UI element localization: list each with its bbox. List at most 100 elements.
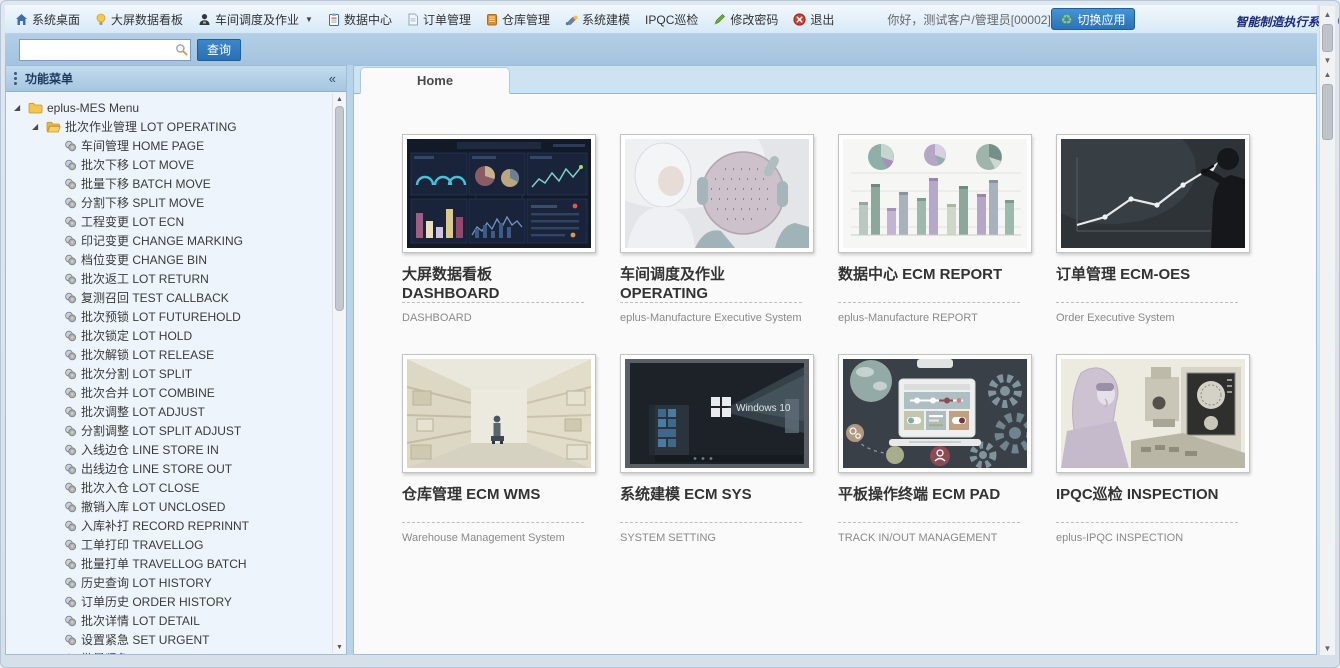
card-ipqc-inspection[interactable]: IPQC巡检 INSPECTION eplus-IPQC INSPECTION: [1056, 354, 1250, 544]
menu-change-password[interactable]: 修改密码: [713, 11, 778, 28]
tree-item[interactable]: 批次锁定 LOT HOLD: [6, 326, 332, 345]
program-item-icon: [64, 482, 77, 494]
menu-shop-operating[interactable]: 车间调度及作业 ▼: [198, 11, 313, 28]
card-pad-terminal[interactable]: 平板操作终端 ECM PAD TRACK IN/OUT MANAGEMENT: [838, 354, 1032, 544]
program-item-icon: [64, 615, 77, 627]
tree-root-node[interactable]: ◢ eplus-MES Menu: [6, 98, 332, 117]
card-subtitle: SYSTEM SETTING: [620, 523, 802, 544]
scroll-up-icon[interactable]: ▲: [1320, 10, 1335, 19]
program-item-icon: [64, 349, 77, 361]
tree-item[interactable]: 批次入仓 LOT CLOSE: [6, 478, 332, 497]
tree-item[interactable]: 档位变更 CHANGE BIN: [6, 250, 332, 269]
tree-item[interactable]: 批次详情 LOT DETAIL: [6, 611, 332, 630]
card-image-wafer-inspection-photo: [620, 134, 814, 253]
tree-item[interactable]: 设置紧急 SET URGENT: [6, 630, 332, 649]
collapse-panel-icon[interactable]: «: [329, 71, 338, 86]
scroll-up-icon[interactable]: ▲: [333, 96, 346, 103]
tree-item-label: 印记变更 CHANGE MARKING: [81, 232, 243, 249]
tree-item[interactable]: 分割下移 SPLIT MOVE: [6, 193, 332, 212]
open-folder-icon: [46, 121, 61, 133]
query-button[interactable]: 查询: [197, 39, 241, 61]
tree-item[interactable]: 复测召回 TEST CALLBACK: [6, 288, 332, 307]
switch-app-button[interactable]: ♻ 切换应用: [1051, 8, 1136, 30]
menu-data-center[interactable]: 数据中心: [328, 11, 392, 28]
scroll-thumb[interactable]: [1322, 24, 1333, 52]
tree-item[interactable]: 工单打印 TRAVELLOG: [6, 535, 332, 554]
card-title: 数据中心 ECM REPORT: [838, 253, 1020, 301]
tree-item-label: 历史查询 LOT HISTORY: [81, 574, 212, 591]
user-greeting: 你好，测试客户/管理员[00002]: [887, 11, 1050, 28]
svg-text:Windows 10: Windows 10: [736, 403, 791, 414]
tree-item[interactable]: 批量打单 TRAVELLOG BATCH: [6, 554, 332, 573]
program-item-icon: [64, 330, 77, 342]
scroll-down-icon[interactable]: ▼: [333, 644, 346, 651]
scroll-down-icon[interactable]: ▼: [1320, 644, 1335, 653]
switch-app-label: 切换应用: [1077, 11, 1125, 28]
tree-item[interactable]: 批次合并 LOT COMBINE: [6, 383, 332, 402]
tree-item-label: 工单打印 TRAVELLOG: [81, 536, 203, 553]
tree-item[interactable]: 批次预锁 LOT FUTUREHOLD: [6, 307, 332, 326]
tree-item[interactable]: 批次下移 LOT MOVE: [6, 155, 332, 174]
scroll-down-icon[interactable]: ▼: [1320, 56, 1335, 65]
menu-warehouse-mgmt[interactable]: 仓库管理: [486, 11, 550, 28]
tree-item[interactable]: 批量下移 BATCH MOVE: [6, 174, 332, 193]
logout-icon: [793, 13, 806, 26]
tree-item[interactable]: 分割调整 LOT SPLIT ADJUST: [6, 421, 332, 440]
tree-item[interactable]: 入线边仓 LINE STORE IN: [6, 440, 332, 459]
tree-item[interactable]: 工程变更 LOT ECN: [6, 212, 332, 231]
scroll-up-icon[interactable]: ▲: [1320, 70, 1335, 79]
search-icon: [175, 43, 188, 56]
sidebar-scroll-thumb[interactable]: [335, 106, 344, 311]
tree-item[interactable]: 批次返工 LOT RETURN: [6, 269, 332, 288]
window-scrollbar[interactable]: ▲ ▼ ▲ ▼: [1319, 6, 1335, 655]
tree-item[interactable]: 入库补打 RECORD REPRINNT: [6, 516, 332, 535]
scroll-thumb[interactable]: [1322, 84, 1333, 140]
tree-item[interactable]: 批次调整 LOT ADJUST: [6, 402, 332, 421]
tree-item-label: 批次下移 LOT MOVE: [81, 156, 194, 173]
program-item-icon: [64, 216, 77, 228]
menu-label: 数据中心: [344, 11, 392, 28]
search-input[interactable]: [19, 39, 191, 61]
program-item-icon: [64, 558, 77, 570]
menu-order-mgmt[interactable]: 订单管理: [407, 11, 471, 28]
tree-item[interactable]: 出线边仓 LINE STORE OUT: [6, 459, 332, 478]
tree-item-label: 复测召回 TEST CALLBACK: [81, 289, 229, 306]
tree-expand-icon[interactable]: ◢: [14, 103, 24, 112]
program-item-icon: [64, 520, 77, 532]
tree-item[interactable]: 撤销入库 LOT UNCLOSED: [6, 497, 332, 516]
menu-label: IPQC巡检: [645, 11, 698, 28]
card-order-mgmt[interactable]: 订单管理 ECM-OES Order Executive System: [1056, 134, 1250, 324]
card-data-center[interactable]: 数据中心 ECM REPORT eplus-Manufacture REPORT: [838, 134, 1032, 324]
menu-label: 大屏数据看板: [111, 11, 183, 28]
program-item-icon: [64, 425, 77, 437]
card-warehouse[interactable]: 仓库管理 ECM WMS Warehouse Management System: [402, 354, 596, 544]
tree-group-node[interactable]: ◢ 批次作业管理 LOT OPERATING: [6, 117, 332, 136]
card-dashboard[interactable]: 大屏数据看板 DASHBOARD DASHBOARD: [402, 134, 596, 324]
sidebar-scrollbar[interactable]: ▲ ▼: [332, 94, 345, 653]
tree-item[interactable]: 批量紧急 SET URGENT BATCH: [6, 649, 332, 654]
menu-dashboard[interactable]: 大屏数据看板: [95, 11, 183, 28]
menu-system-desktop[interactable]: 系统桌面: [15, 11, 80, 28]
card-image-tablet-gears-illustration: [838, 354, 1032, 473]
tab-home[interactable]: Home: [360, 67, 510, 94]
tree-item[interactable]: 车间管理 HOME PAGE: [6, 136, 332, 155]
card-subtitle: eplus-IPQC INSPECTION: [1056, 523, 1238, 544]
menu-ipqc[interactable]: IPQC巡检: [645, 11, 698, 28]
tree-item[interactable]: 印记变更 CHANGE MARKING: [6, 231, 332, 250]
tree-item[interactable]: 批次分割 LOT SPLIT: [6, 364, 332, 383]
tree-expand-icon[interactable]: ◢: [32, 122, 42, 131]
program-item-icon: [64, 159, 77, 171]
tree-item[interactable]: 批次解锁 LOT RELEASE: [6, 345, 332, 364]
card-title: 仓库管理 ECM WMS: [402, 473, 584, 521]
brand-prefix: 智能制造执行系统: [1235, 13, 1331, 30]
card-operating[interactable]: 车间调度及作业 OPERATING eplus-Manufacture Exec…: [620, 134, 814, 324]
card-system-modeling[interactable]: Windows 10 系统建模 ECM SYS SYSTEM SETTING: [620, 354, 814, 544]
menu-system-modeling[interactable]: 系统建模: [565, 11, 630, 28]
menu-label: 仓库管理: [502, 11, 550, 28]
folder-icon: [28, 102, 43, 114]
tree-item-label: 设置紧急 SET URGENT: [81, 631, 209, 648]
tree-item[interactable]: 历史查询 LOT HISTORY: [6, 573, 332, 592]
tab-bar: Home: [354, 66, 1316, 94]
menu-logout[interactable]: 退出: [793, 11, 834, 28]
tree-item[interactable]: 订单历史 ORDER HISTORY: [6, 592, 332, 611]
